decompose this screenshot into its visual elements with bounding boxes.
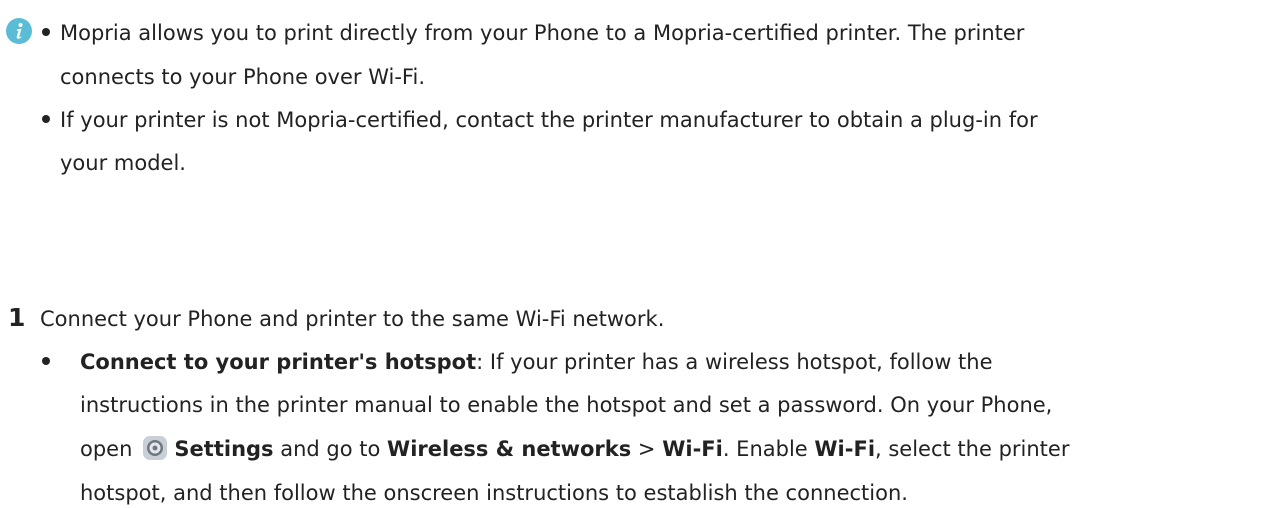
substep-line-3: open Settings and go to Wireless & netwo… <box>80 434 1069 464</box>
step-text: Connect your Phone and printer to the sa… <box>40 307 665 331</box>
arrow-separator: > <box>631 437 663 461</box>
note-item-1-line-2: connects to your Phone over Wi-Fi. <box>60 65 425 89</box>
settings-gear-icon <box>143 436 168 460</box>
settings-label: Settings <box>174 437 274 461</box>
wifi-label: Wi-Fi <box>662 437 723 461</box>
info-icon <box>6 18 32 44</box>
wireless-networks-label: Wireless & networks <box>387 437 632 461</box>
substep-bullet <box>42 357 50 365</box>
wifi-label-2: Wi-Fi <box>814 437 876 461</box>
substep-title: Connect to your printer's hotspot <box>80 350 477 374</box>
note-bullet <box>42 28 50 36</box>
note-item-2-line-1: If your printer is not Mopria-certified,… <box>60 108 1038 132</box>
enable-text: . Enable <box>722 437 815 461</box>
substep-line-1: Connect to your printer's hotspot: If yo… <box>80 347 993 377</box>
select-printer-text: , select the printer <box>875 437 1070 461</box>
step-number: 1 <box>8 303 26 332</box>
substep-line-4: hotspot, and then follow the onscreen in… <box>80 481 908 505</box>
note-item-1-line-1: Mopria allows you to print directly from… <box>60 21 1025 45</box>
substep-line-1-rest: : If your printer has a wireless hotspot… <box>476 350 993 374</box>
note-bullet <box>42 115 50 123</box>
note-item-2-line-2: your model. <box>60 151 186 175</box>
and-go-to-text: and go to <box>273 437 388 461</box>
substep-line-2: instructions in the printer manual to en… <box>80 393 1053 417</box>
open-text: open <box>80 437 133 461</box>
